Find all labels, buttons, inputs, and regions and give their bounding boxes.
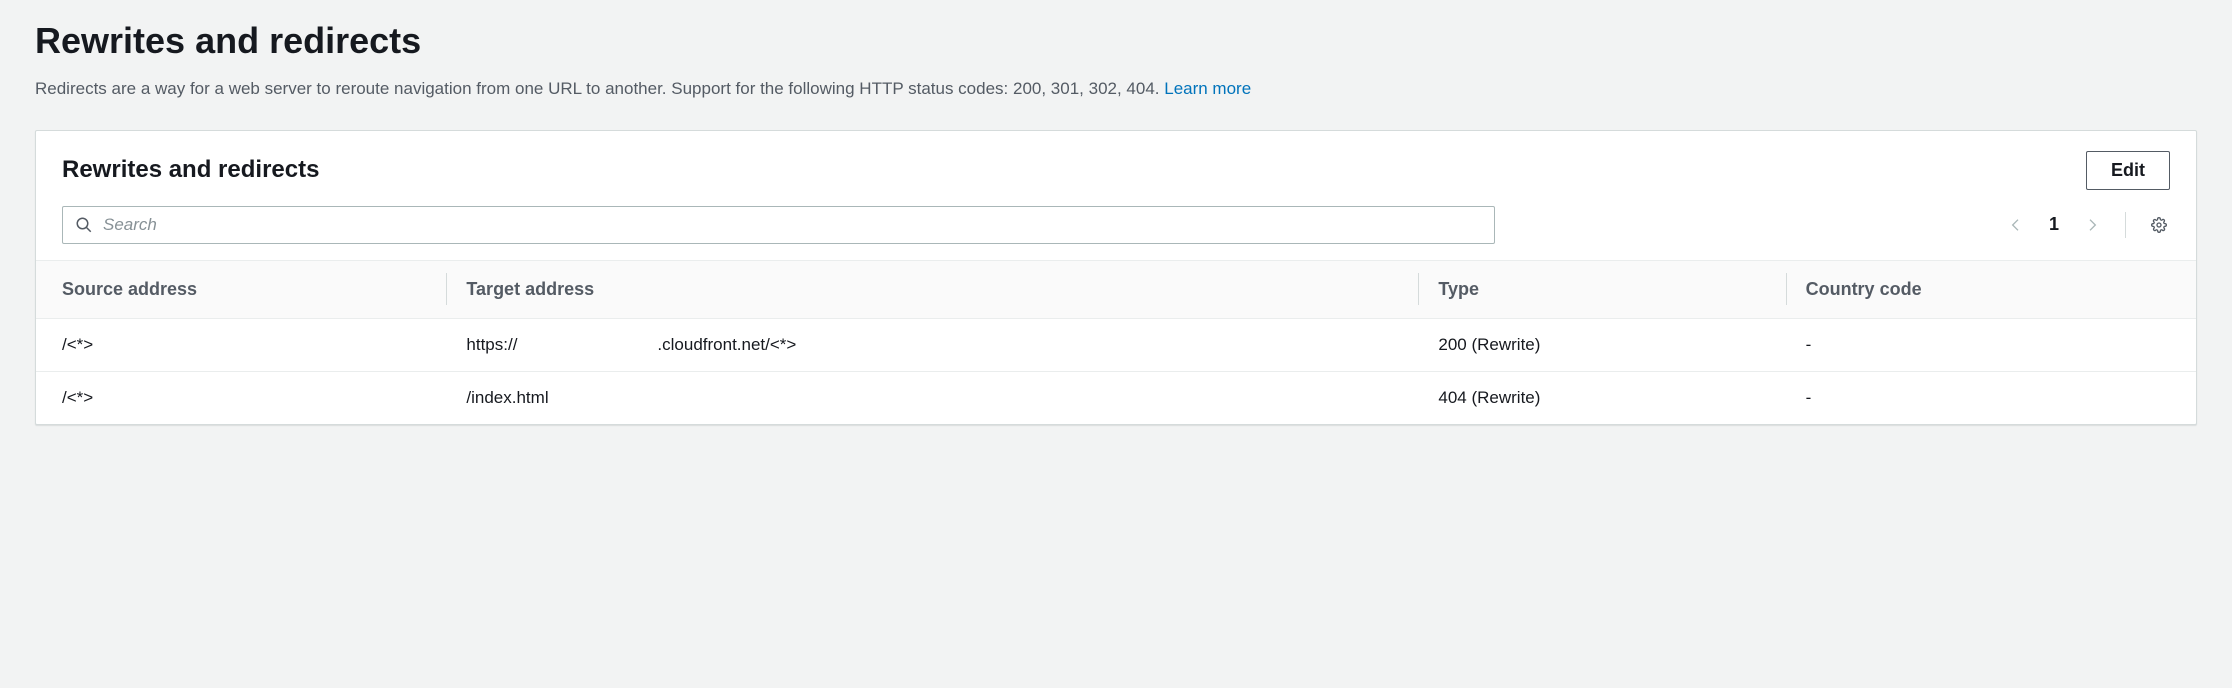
cell-target: /index.html — [446, 371, 1418, 424]
cell-target-suffix: .cloudfront.net/<*> — [657, 335, 796, 355]
panel-title: Rewrites and redirects — [62, 156, 319, 184]
chevron-left-icon — [2008, 217, 2024, 233]
gear-icon — [2151, 217, 2167, 233]
cell-country: - — [1786, 371, 2196, 424]
learn-more-link[interactable]: Learn more — [1164, 79, 1251, 98]
search-input[interactable] — [103, 215, 1482, 235]
col-header-country[interactable]: Country code — [1786, 260, 2196, 318]
table-row: /<*> https:// .cloudfront.net/<*> 200 (R… — [36, 318, 2196, 371]
chevron-right-icon — [2084, 217, 2100, 233]
page-title: Rewrites and redirects — [35, 20, 2197, 62]
pagination: 1 — [2005, 212, 2170, 238]
rewrites-panel: Rewrites and redirects Edit 1 — [35, 130, 2197, 425]
page-number: 1 — [2049, 214, 2059, 235]
col-header-type[interactable]: Type — [1418, 260, 1785, 318]
settings-button[interactable] — [2148, 214, 2170, 236]
table-row: /<*> /index.html 404 (Rewrite) - — [36, 371, 2196, 424]
cell-source: /<*> — [36, 318, 446, 371]
cell-type: 404 (Rewrite) — [1418, 371, 1785, 424]
col-header-target[interactable]: Target address — [446, 260, 1418, 318]
search-icon — [75, 216, 93, 234]
cell-source: /<*> — [36, 371, 446, 424]
edit-button[interactable]: Edit — [2086, 151, 2170, 190]
next-page-button[interactable] — [2081, 214, 2103, 236]
rewrites-table: Source address Target address Type Count… — [36, 260, 2196, 424]
prev-page-button[interactable] — [2005, 214, 2027, 236]
cell-country: - — [1786, 318, 2196, 371]
search-box[interactable] — [62, 206, 1495, 244]
table-header-row: Source address Target address Type Count… — [36, 260, 2196, 318]
cell-target-prefix: https:// — [466, 335, 517, 355]
page-subtitle-text: Redirects are a way for a web server to … — [35, 79, 1164, 98]
cell-target-prefix: /index.html — [466, 388, 548, 408]
cell-type: 200 (Rewrite) — [1418, 318, 1785, 371]
panel-toolbar: 1 — [36, 206, 2196, 260]
toolbar-divider — [2125, 212, 2126, 238]
page-subtitle: Redirects are a way for a web server to … — [35, 76, 2197, 102]
cell-target: https:// .cloudfront.net/<*> — [446, 318, 1418, 371]
col-header-source[interactable]: Source address — [36, 260, 446, 318]
panel-header: Rewrites and redirects Edit — [36, 131, 2196, 206]
